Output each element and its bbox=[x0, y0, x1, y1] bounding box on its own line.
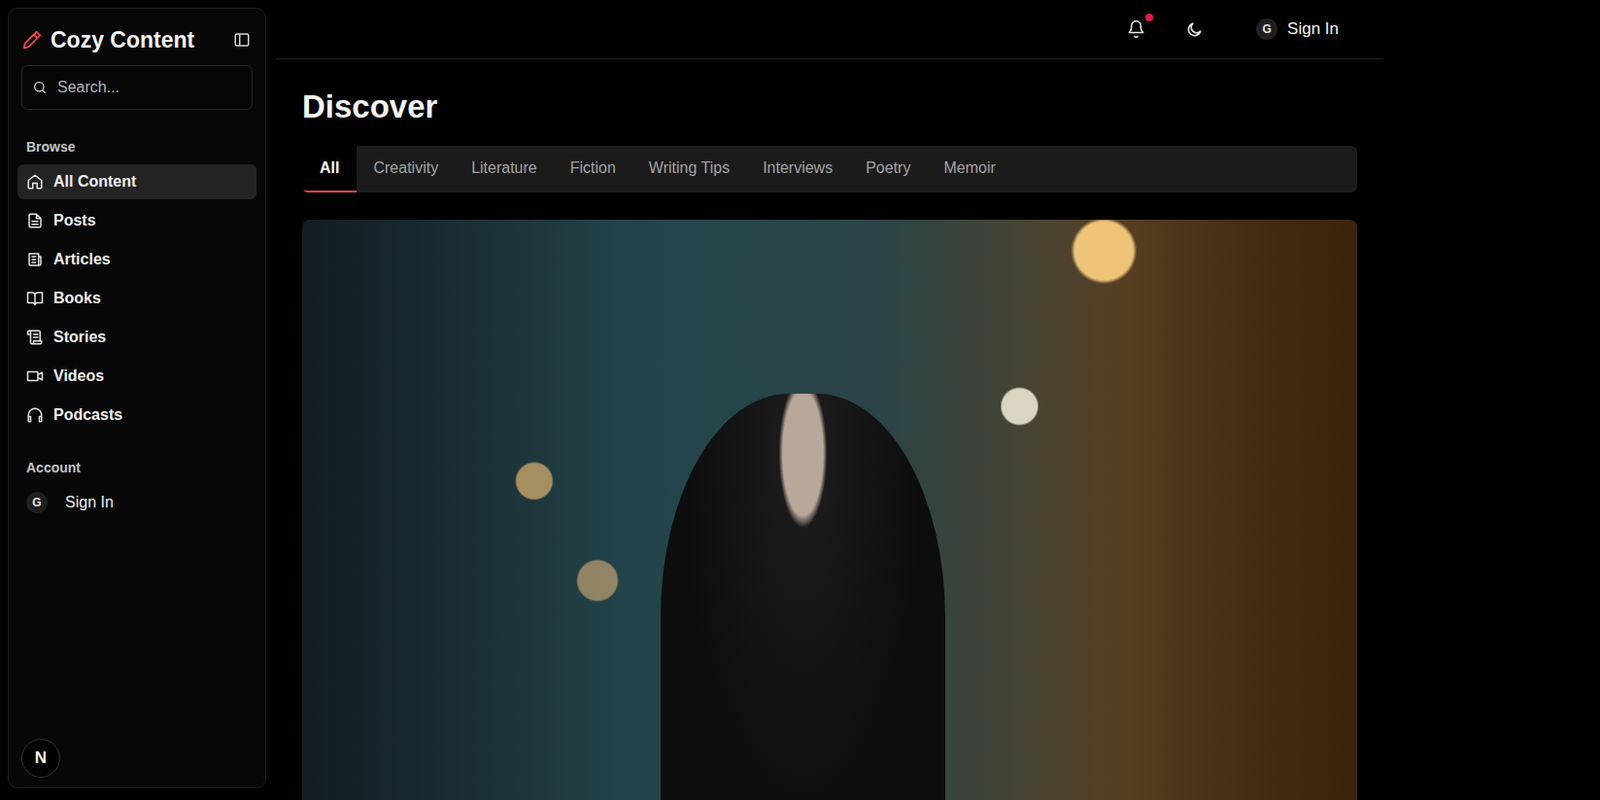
sidebar-item[interactable]: Books bbox=[17, 280, 257, 316]
app-root: Cozy Content Browse All Content Posts Ar… bbox=[0, 0, 1600, 800]
tab[interactable]: Writing Tips bbox=[632, 145, 747, 193]
avatar-icon: G bbox=[26, 491, 48, 513]
section-title: Account bbox=[17, 459, 257, 481]
sidebar-section: Browse All Content Posts Articles Books … bbox=[17, 138, 257, 433]
page-title: Discover bbox=[302, 86, 1358, 129]
figure-silhouette bbox=[660, 393, 946, 800]
sidebar-item[interactable]: Stories bbox=[17, 319, 257, 355]
search-icon bbox=[32, 79, 48, 96]
nav-icon bbox=[26, 406, 44, 424]
featured-image[interactable] bbox=[302, 219, 1358, 800]
sidebar-item[interactable]: All Content bbox=[17, 164, 257, 200]
tab[interactable]: Memoir bbox=[926, 145, 1012, 193]
content: Discover AllCreativityLiteratureFictionW… bbox=[275, 59, 1384, 800]
nav-icon bbox=[26, 328, 44, 346]
sidebar-item[interactable]: Podcasts bbox=[17, 397, 257, 433]
sidebar-item[interactable]: Posts bbox=[17, 203, 257, 239]
notifications-button[interactable] bbox=[1126, 19, 1147, 39]
unread-dot bbox=[1145, 13, 1154, 22]
tab[interactable]: Poetry bbox=[849, 145, 927, 193]
category-tabs: AllCreativityLiteratureFictionWriting Ti… bbox=[302, 145, 1358, 193]
bell-icon bbox=[1126, 19, 1146, 38]
tab[interactable]: Fiction bbox=[553, 145, 633, 193]
sidebar-item[interactable]: Videos bbox=[17, 358, 257, 394]
sidebar-section: Account G Sign In bbox=[17, 459, 257, 520]
sidebar-item[interactable]: G Sign In bbox=[17, 484, 257, 520]
section-title: Browse bbox=[17, 138, 257, 161]
brand-name[interactable]: Cozy Content bbox=[50, 27, 226, 54]
moon-icon[interactable] bbox=[1185, 20, 1204, 39]
sidebar-toggle-icon[interactable] bbox=[233, 31, 251, 49]
nav-icon bbox=[26, 211, 44, 230]
nav-icon bbox=[26, 172, 44, 191]
dev-indicator[interactable]: N bbox=[21, 738, 61, 778]
nav-icon bbox=[26, 250, 44, 269]
brand-row: Cozy Content bbox=[17, 24, 257, 56]
sidebar-item[interactable]: Articles bbox=[17, 241, 257, 277]
sidebar: Cozy Content Browse All Content Posts Ar… bbox=[7, 7, 267, 788]
sign-in-button[interactable]: G Sign In bbox=[1256, 18, 1339, 40]
tab[interactable]: Interviews bbox=[746, 145, 850, 193]
search-input[interactable] bbox=[55, 77, 242, 98]
nav-icon bbox=[26, 367, 44, 385]
main-area: G Sign In Discover AllCreativityLiteratu… bbox=[275, 0, 1384, 800]
tab[interactable]: All bbox=[302, 145, 357, 193]
pencil-icon bbox=[21, 29, 43, 51]
nav-icon bbox=[26, 289, 44, 307]
search-field[interactable] bbox=[21, 65, 253, 110]
avatar-icon: G bbox=[1256, 18, 1278, 40]
tab[interactable]: Creativity bbox=[356, 145, 455, 193]
tab[interactable]: Literature bbox=[454, 145, 554, 193]
top-bar: G Sign In bbox=[275, 0, 1384, 60]
